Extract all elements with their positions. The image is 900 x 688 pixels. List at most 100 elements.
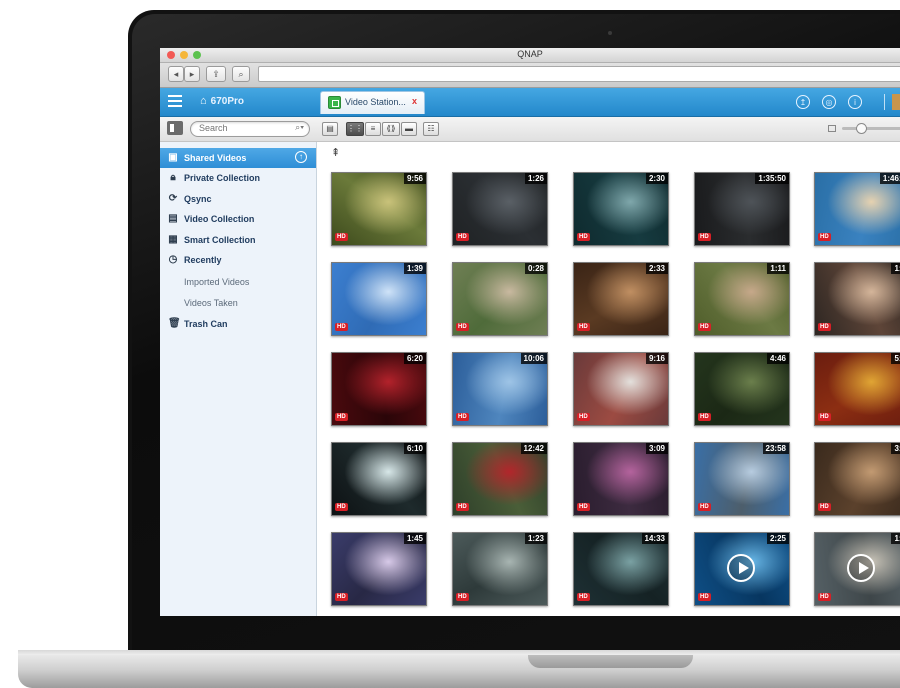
play-icon[interactable] — [727, 554, 755, 582]
video-thumbnail[interactable]: 5:2 HD — [814, 352, 900, 426]
tab-video-station[interactable]: Video Station... x — [320, 91, 425, 114]
video-thumbnail[interactable]: 9:16 HD — [573, 352, 669, 426]
video-thumbnail[interactable]: 4:46 HD — [694, 352, 790, 426]
hd-badge: HD — [456, 323, 469, 331]
window-title-bar: QNAP — [160, 48, 900, 63]
search-options-icon[interactable]: ⌕▾ — [295, 122, 304, 133]
app-center-icon[interactable] — [892, 94, 900, 110]
video-thumbnail[interactable]: 12:42 HD — [452, 442, 548, 516]
lock-icon: 🔒︎ — [170, 172, 176, 183]
hd-badge: HD — [335, 413, 348, 421]
video-duration: 1:26 — [524, 173, 547, 184]
video-thumbnail[interactable]: 6:20 HD — [331, 352, 427, 426]
sidebar-item-imported-videos[interactable]: Imported Videos — [160, 272, 316, 292]
back-icon[interactable]: ◂ — [168, 66, 184, 82]
slider-knob[interactable] — [856, 123, 867, 134]
sidebar-item-private-collection[interactable]: 🔒︎ Private Collection — [160, 168, 316, 188]
video-thumbnail[interactable]: 0:28 HD — [452, 262, 548, 336]
window-title: QNAP — [517, 49, 543, 59]
timeline-view-button[interactable]: ⟪⟫ — [382, 122, 400, 136]
video-duration: 1:39 — [403, 263, 426, 274]
search-icon[interactable]: ⌕ — [232, 66, 250, 82]
sidebar-item-qsync[interactable]: ⟳ Qsync — [160, 189, 316, 209]
video-thumbnail[interactable]: 1:39 HD — [331, 262, 427, 336]
video-thumbnail[interactable]: 2:30 HD — [573, 172, 669, 246]
menu-icon[interactable] — [168, 95, 182, 107]
hd-badge: HD — [456, 233, 469, 241]
thumbnail-size-slider[interactable] — [842, 123, 900, 134]
video-thumbnail[interactable]: 14:33 HD — [573, 532, 669, 606]
search-input[interactable] — [199, 123, 289, 133]
hd-badge: HD — [335, 323, 348, 331]
hd-badge: HD — [577, 323, 590, 331]
sidebar-toggle-button[interactable] — [167, 121, 183, 135]
video-thumbnail[interactable]: 2:25 HD — [694, 532, 790, 606]
share-icon[interactable]: ⇪ — [206, 66, 226, 82]
video-thumbnail[interactable]: 1:26 HD — [452, 172, 548, 246]
video-duration: 12:42 — [520, 443, 547, 454]
sync-status-icon[interactable]: ◎ — [822, 95, 836, 109]
play-icon[interactable] — [847, 554, 875, 582]
hd-badge: HD — [456, 503, 469, 511]
browser-toolbar: ◂ ▸ ⇪ ⌕ — [160, 63, 900, 88]
qnap-header: ⌂ 670Pro Video Station... x ↥ ◎ i — [160, 88, 900, 117]
sidebar-item-video-collection[interactable]: ▤ Video Collection — [160, 209, 316, 229]
thumbnail-view-button[interactable]: ⋮⋮ — [346, 122, 364, 136]
screen: QNAP ◂ ▸ ⇪ ⌕ ⌂ 670Pro Video Station... x … — [160, 48, 900, 616]
home-button[interactable]: ⌂ 670Pro — [200, 95, 244, 107]
video-duration: 3:2 — [891, 443, 900, 454]
camera-icon — [608, 31, 612, 35]
hd-badge: HD — [335, 503, 348, 511]
video-thumbnail[interactable]: 23:58 HD — [694, 442, 790, 516]
hd-badge: HD — [818, 233, 831, 241]
sidebar-item-trash-can[interactable]: 🗑︎ Trash Can — [160, 314, 316, 334]
video-thumbnail[interactable]: 1:0 HD — [814, 532, 900, 606]
video-thumbnail[interactable]: 1:4 HD — [814, 262, 900, 336]
video-station-icon — [328, 96, 341, 109]
close-tab-icon[interactable]: x — [412, 96, 417, 106]
multi-select-button[interactable]: ☷ — [423, 122, 439, 136]
header-divider — [884, 94, 885, 110]
video-thumbnail[interactable]: 1:35:50 HD — [694, 172, 790, 246]
video-duration: 1:4 — [891, 263, 900, 274]
sidebar-item-recently[interactable]: ◷ Recently — [160, 250, 316, 270]
device-name: 670Pro — [210, 96, 245, 107]
video-thumbnail[interactable]: 3:2 HD — [814, 442, 900, 516]
upload-status-icon[interactable]: ↥ — [796, 95, 810, 109]
zoom-small-icon — [828, 125, 836, 132]
browse-mode-icon[interactable]: ▤ — [322, 122, 338, 136]
address-bar[interactable] — [258, 66, 900, 82]
upload-folder-icon[interactable]: ⇞ — [331, 146, 340, 159]
folder-view-button[interactable]: ▬ — [401, 122, 417, 136]
video-duration: 1:46:3 — [879, 173, 900, 184]
video-thumbnail[interactable]: 6:10 HD — [331, 442, 427, 516]
upload-icon[interactable]: ↑ — [295, 151, 307, 163]
search-field[interactable]: ⌕▾ — [190, 121, 310, 137]
sidebar-item-smart-collection[interactable]: ▦ Smart Collection — [160, 230, 316, 250]
tab-label: Video Station... — [345, 97, 406, 107]
hd-badge: HD — [335, 233, 348, 241]
video-duration: 3:09 — [645, 443, 668, 454]
hd-badge: HD — [818, 593, 831, 601]
video-thumbnail[interactable]: 2:33 HD — [573, 262, 669, 336]
hd-badge: HD — [698, 593, 711, 601]
video-thumbnail[interactable]: 1:11 HD — [694, 262, 790, 336]
info-icon[interactable]: i — [848, 95, 862, 109]
video-thumbnail[interactable]: 10:06 HD — [452, 352, 548, 426]
sidebar-item-shared-videos[interactable]: ▣ Shared Videos ↑ — [160, 148, 316, 168]
video-duration: 1:45 — [403, 533, 426, 544]
video-thumbnail[interactable]: 1:23 HD — [452, 532, 548, 606]
video-duration: 1:23 — [524, 533, 547, 544]
list-view-button[interactable]: ≡ — [365, 122, 381, 136]
video-thumbnail[interactable]: 9:56 HD — [331, 172, 427, 246]
video-thumbnail[interactable]: 3:09 HD — [573, 442, 669, 516]
collection-icon: ▤ — [168, 213, 178, 224]
video-duration: 9:16 — [645, 353, 668, 364]
video-thumbnail[interactable]: 1:46:3 HD — [814, 172, 900, 246]
video-thumbnail[interactable]: 1:45 HD — [331, 532, 427, 606]
trash-icon: 🗑︎ — [168, 318, 181, 329]
sidebar-item-videos-taken[interactable]: Videos Taken — [160, 293, 316, 313]
video-duration: 10:06 — [520, 353, 547, 364]
hd-badge: HD — [577, 233, 590, 241]
forward-icon[interactable]: ▸ — [184, 66, 200, 82]
